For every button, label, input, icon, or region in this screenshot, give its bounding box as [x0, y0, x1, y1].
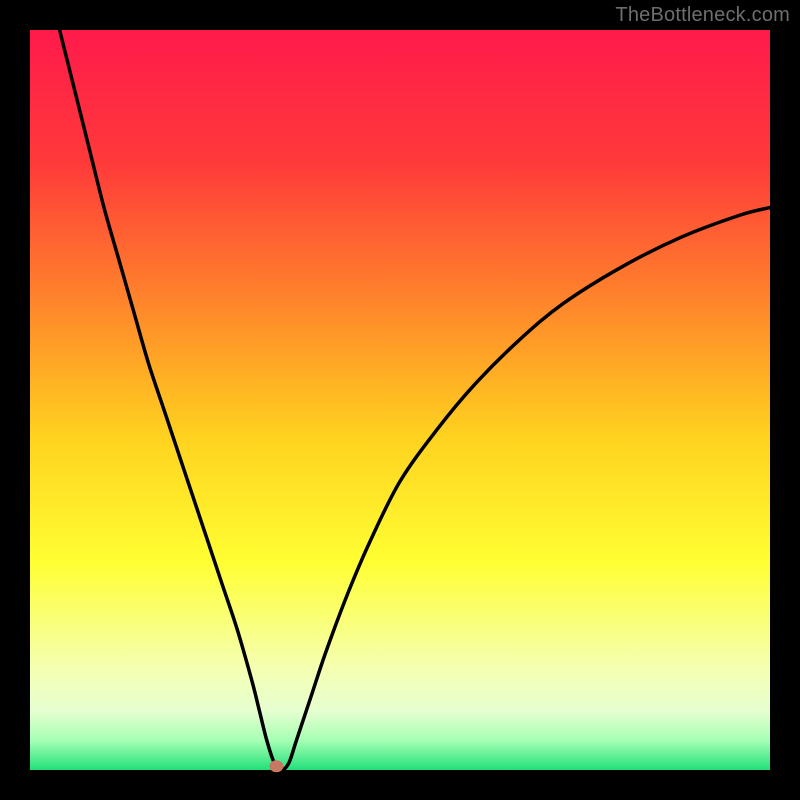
watermark-text: TheBottleneck.com	[615, 4, 790, 27]
min-marker	[269, 760, 283, 772]
plot-background	[30, 30, 770, 770]
chart-svg	[0, 0, 800, 800]
chart-frame: TheBottleneck.com	[0, 0, 800, 800]
